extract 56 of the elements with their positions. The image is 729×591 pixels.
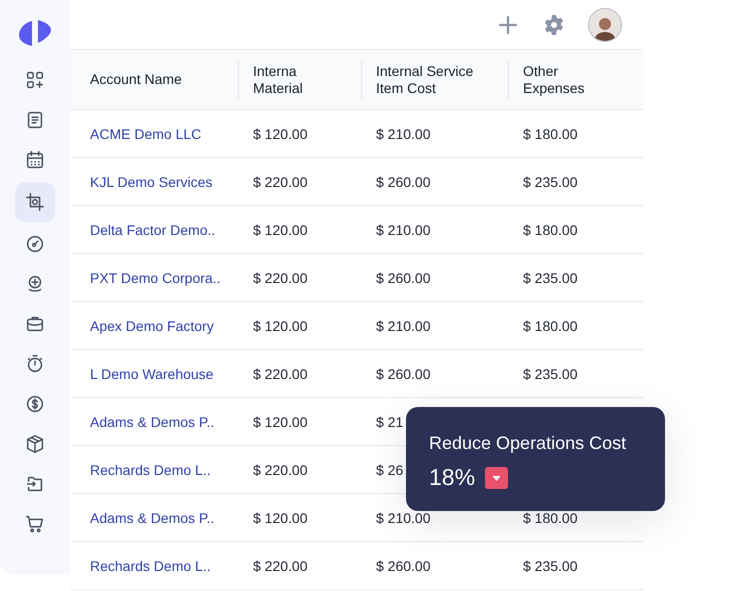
table-cell: $ 260.00 [376,366,430,382]
calendar-icon [24,149,46,171]
table-cell: $ 220.00 [253,174,308,190]
account-link[interactable]: Rechards Demo L.. [90,462,211,478]
cart-icon [24,513,46,535]
table-cell: $ 260.00 [376,558,430,574]
logo-icon [18,18,52,48]
table-cell: $ 120.00 [253,414,308,430]
account-link[interactable]: ACME Demo LLC [90,126,202,142]
table-cell: $ 21 [376,414,404,430]
table-cell: $ 120.00 [253,222,308,238]
sidebar-item[interactable] [15,182,55,222]
gauge-icon [24,233,46,255]
account-link[interactable]: Apex Demo Factory [90,318,214,334]
column-header: Interna Material [253,62,303,96]
table-cell: $ 210.00 [376,318,430,334]
table-cell: $ 210.00 [376,222,430,238]
table-cell: $ 120.00 [253,510,308,526]
table-cell: $ 235.00 [523,270,578,286]
grid-plus-icon [24,69,46,91]
column-header: Other Expenses [523,62,584,96]
table-cell: $ 220.00 [253,270,308,286]
crop-icon [24,191,46,213]
table-cell: $ 260.00 [376,270,430,286]
table-cell: $ 180.00 [523,318,578,334]
table-cell: $ 120.00 [253,318,308,334]
account-link[interactable]: L Demo Warehouse [90,366,214,382]
table-cell: $ 260.00 [376,174,430,190]
box-icon [24,433,46,455]
account-link[interactable]: Rechards Demo L.. [90,558,211,574]
account-link[interactable]: Delta Factor Demo.. [90,222,216,238]
table-cell: $ 235.00 [523,366,578,382]
table-cell: $ 180.00 [523,222,578,238]
table-cell: $ 120.00 [253,126,308,142]
popup-title: Reduce Operations Cost [429,433,628,454]
table-cell: $ 210.00 [376,510,430,526]
account-link[interactable]: KJL Demo Services [90,174,212,190]
table-cell: $ 180.00 [523,510,578,526]
caret-down-icon [485,466,508,488]
table-cell: $ 26 [376,462,404,478]
account-link[interactable]: Adams & Demos P.. [90,414,214,430]
account-link[interactable]: Adams & Demos P.. [90,510,214,526]
avatar[interactable] [588,8,622,42]
table-cell: $ 235.00 [523,174,578,190]
table-cell: $ 220.00 [253,366,308,382]
dollar-icon [24,393,46,415]
table-cell: $ 220.00 [253,558,308,574]
table-cell: $ 220.00 [253,462,308,478]
table-cell: $ 180.00 [523,126,578,142]
settings-icon[interactable] [542,12,566,36]
table-cell: $ 210.00 [376,126,430,142]
column-header: Internal Service Item Cost [376,62,474,96]
table-cell: $ 235.00 [523,558,578,574]
column-header: Account Name [90,71,182,87]
popup-value: 18% [429,464,476,491]
account-link[interactable]: PXT Demo Corpora.. [90,270,220,286]
